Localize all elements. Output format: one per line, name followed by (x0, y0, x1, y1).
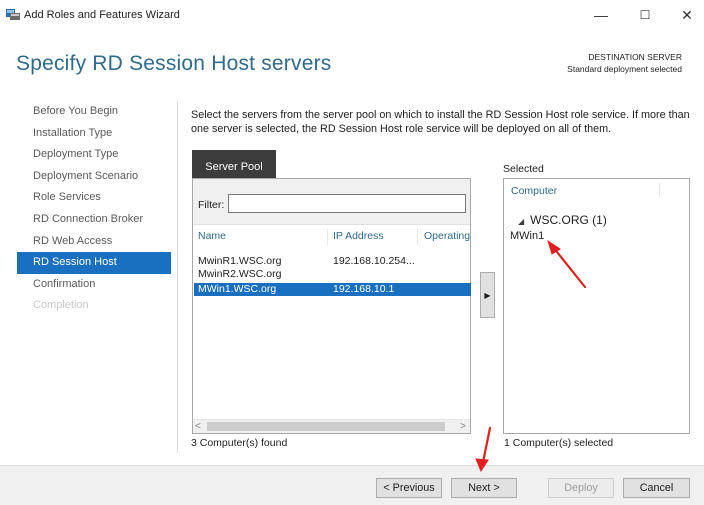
page-title: Specify RD Session Host servers (16, 52, 332, 75)
cancel-button[interactable]: Cancel (623, 478, 690, 498)
tab-server-pool[interactable]: Server Pool (192, 150, 276, 178)
tree-group-label: WSC.ORG (1) (530, 213, 607, 227)
deploy-button: Deploy (548, 478, 614, 498)
nav-item-deployment-scenario[interactable]: Deployment Scenario (17, 166, 171, 188)
server-ip: 192.168.10.1 (333, 283, 395, 295)
column-header-ip-address[interactable]: IP Address (333, 230, 384, 242)
previous-button[interactable]: < Previous (376, 478, 442, 498)
server-name: MWin1.WSC.org (198, 283, 277, 295)
instructions-text: Select the servers from the server pool … (191, 109, 690, 135)
maximize-button[interactable]: ☐ (630, 4, 660, 26)
selected-label: Selected (503, 163, 544, 175)
filter-row: Filter: (193, 179, 470, 225)
column-header-name[interactable]: Name (198, 230, 226, 242)
server-name: MwinR1.WSC.org (198, 255, 282, 267)
scroll-left-icon[interactable]: < (195, 420, 201, 433)
horizontal-scrollbar[interactable]: < > (193, 419, 470, 433)
add-server-button[interactable]: ▶ (480, 272, 495, 318)
scrollbar-thumb[interactable] (207, 422, 445, 431)
wizard-nav: Before You Begin Installation Type Deplo… (17, 101, 171, 317)
tree-group-wsc-org[interactable]: ◢ WSC.ORG (1) (518, 213, 607, 227)
destination-server-value: Standard deployment selected (567, 64, 682, 74)
server-row-selected[interactable]: MWin1.WSC.org 192.168.10.1 (194, 283, 471, 296)
server-pool-panel: Filter: Name IP Address Operating MwinR1… (192, 178, 471, 434)
column-divider[interactable] (659, 183, 660, 197)
title-bar: Add Roles and Features Wizard — ☐ ✕ (0, 0, 704, 30)
window-title: Add Roles and Features Wizard (24, 9, 180, 21)
nav-item-confirmation[interactable]: Confirmation (17, 274, 171, 296)
server-manager-icon (6, 9, 20, 20)
nav-item-rd-connection-broker[interactable]: RD Connection Broker (17, 209, 171, 231)
filter-label: Filter: (198, 199, 225, 211)
minimize-button[interactable]: — (586, 4, 616, 26)
server-name: MwinR2.WSC.org (198, 268, 282, 280)
selected-servers-panel: Computer ◢ WSC.ORG (1) MWin1 (503, 178, 690, 434)
column-header-operating[interactable]: Operating (424, 230, 470, 242)
nav-divider (177, 101, 178, 453)
filter-input[interactable] (228, 194, 466, 213)
destination-server-label: DESTINATION SERVER (588, 52, 682, 62)
nav-item-rd-web-access[interactable]: RD Web Access (17, 231, 171, 253)
computers-found-count: 3 Computer(s) found (191, 437, 288, 449)
nav-item-rd-session-host[interactable]: RD Session Host (17, 252, 171, 274)
nav-item-role-services[interactable]: Role Services (17, 187, 171, 209)
computers-selected-count: 1 Computer(s) selected (504, 437, 614, 449)
column-divider[interactable] (327, 229, 328, 245)
server-ip: 192.168.10.254... (333, 255, 415, 267)
selected-server-item[interactable]: MWin1 (510, 230, 544, 242)
scroll-right-icon[interactable]: > (460, 420, 466, 433)
server-row[interactable]: MwinR1.WSC.org 192.168.10.254... (194, 255, 471, 268)
server-row[interactable]: MwinR2.WSC.org (194, 268, 471, 281)
nav-item-deployment-type[interactable]: Deployment Type (17, 144, 171, 166)
nav-item-installation-type[interactable]: Installation Type (17, 123, 171, 145)
collapse-arrow-icon[interactable]: ◢ (518, 217, 524, 226)
nav-item-completion: Completion (33, 299, 89, 312)
column-divider[interactable] (417, 229, 418, 245)
next-button[interactable]: Next > (451, 478, 517, 498)
nav-item-before-you-begin[interactable]: Before You Begin (17, 101, 171, 123)
close-button[interactable]: ✕ (672, 4, 702, 26)
column-header-computer[interactable]: Computer (511, 185, 557, 197)
